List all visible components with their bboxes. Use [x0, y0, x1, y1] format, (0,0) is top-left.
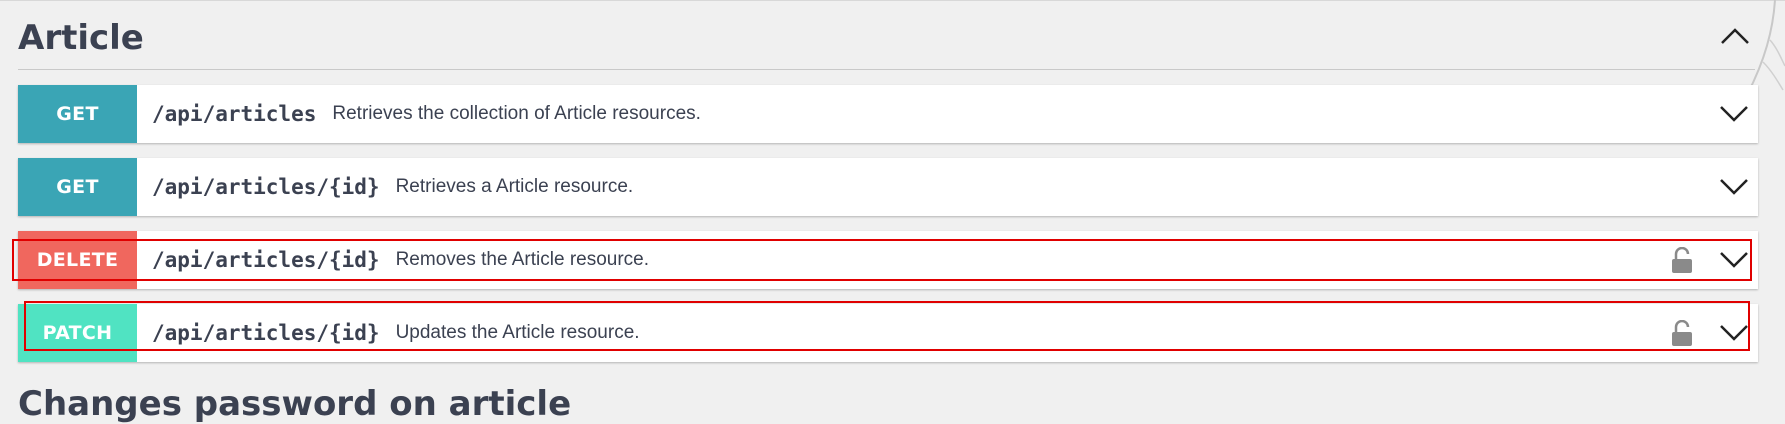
operation-patch-article[interactable]: PATCH /api/articles/{id} Updates the Art… [18, 304, 1758, 362]
next-section-title: Changes password on article [18, 384, 572, 424]
chevron-down-icon [1720, 325, 1748, 341]
authorize-button[interactable] [1668, 318, 1696, 348]
section-title: Article [18, 18, 144, 58]
operation-delete-article[interactable]: DELETE /api/articles/{id} Removes the Ar… [18, 231, 1758, 289]
method-badge: PATCH [18, 304, 137, 362]
chevron-up-icon [1721, 28, 1749, 44]
chevron-down-icon [1720, 252, 1748, 268]
section-header-article[interactable]: Article [18, 0, 1755, 70]
operation-get-article[interactable]: GET /api/articles/{id} Retrieves a Artic… [18, 158, 1758, 216]
expand-button[interactable] [1716, 172, 1752, 202]
operation-path: /api/articles/{id} [152, 175, 380, 199]
operation-description: Retrieves a Article resource. [395, 176, 634, 197]
operation-path: /api/articles/{id} [152, 321, 380, 345]
operation-path: /api/articles/{id} [152, 248, 380, 272]
lock-icon [1672, 320, 1692, 346]
operation-controls [1668, 231, 1752, 289]
chevron-down-icon [1720, 106, 1748, 122]
expand-button[interactable] [1716, 99, 1752, 129]
expand-button[interactable] [1716, 318, 1752, 348]
expand-button[interactable] [1716, 245, 1752, 275]
operation-description: Retrieves the collection of Article reso… [332, 103, 701, 124]
method-badge: GET [18, 158, 137, 216]
operation-description: Updates the Article resource. [395, 322, 640, 343]
method-badge: GET [18, 85, 137, 143]
operation-controls [1716, 85, 1752, 143]
operation-controls [1716, 158, 1752, 216]
collapse-toggle[interactable] [1715, 18, 1755, 54]
chevron-down-icon [1720, 179, 1748, 195]
method-badge: DELETE [18, 231, 137, 289]
operation-controls [1668, 304, 1752, 362]
operation-get-articles[interactable]: GET /api/articles Retrieves the collecti… [18, 85, 1758, 143]
authorize-button[interactable] [1668, 245, 1696, 275]
operation-path: /api/articles [152, 102, 317, 126]
lock-icon [1672, 247, 1692, 273]
operation-description: Removes the Article resource. [395, 249, 650, 270]
operations-list: GET /api/articles Retrieves the collecti… [18, 85, 1758, 377]
